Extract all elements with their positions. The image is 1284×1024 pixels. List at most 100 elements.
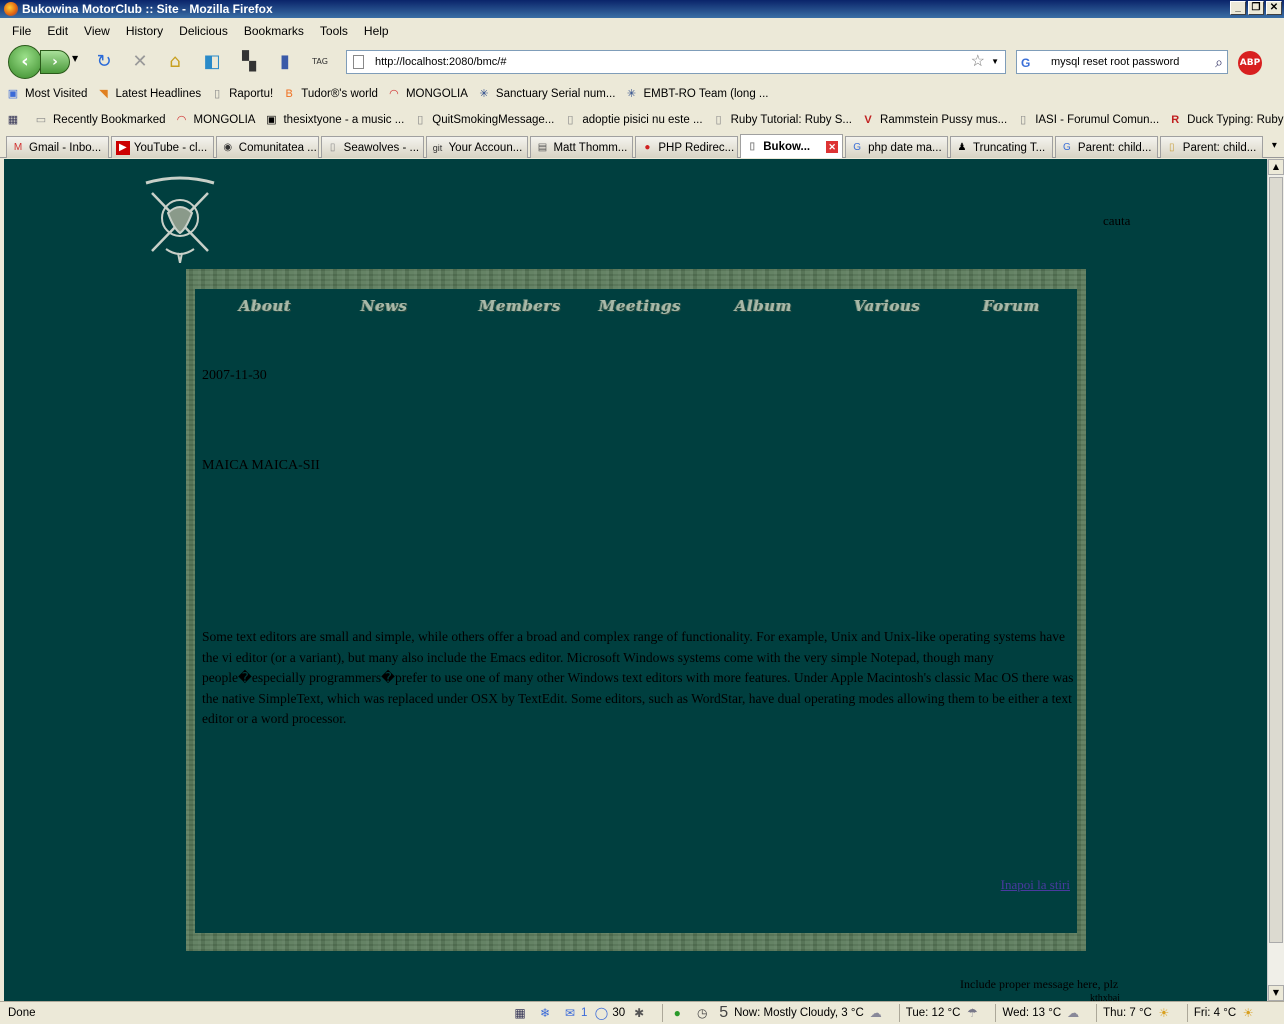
nav-news[interactable]: News xyxy=(361,297,408,315)
search-value: mysql reset root password xyxy=(1051,56,1180,68)
tab[interactable]: git Your Accoun... xyxy=(425,136,529,158)
menu-bookmarks[interactable]: Bookmarks xyxy=(236,20,312,42)
star-icon[interactable]: ☆ xyxy=(971,51,985,73)
scroll-down-icon[interactable]: ▼ xyxy=(1268,985,1284,1001)
window-title-bar: Bukowina MotorClub :: Site - Mozilla Fir… xyxy=(0,0,1284,18)
bookmark-item[interactable]: V Rammstein Pussy mus... xyxy=(861,113,1007,127)
bookmark-item[interactable]: ▯ IASI - Forumul Comun... xyxy=(1016,113,1159,127)
list-all-tabs-icon[interactable]: ▾ xyxy=(1265,136,1284,158)
weather-wed[interactable]: Wed: 13 °C ☁ xyxy=(1002,1002,1084,1024)
tab[interactable]: ◉ Comunitatea ... xyxy=(215,136,319,158)
home-icon[interactable]: ⌂ xyxy=(163,50,187,74)
url-bar[interactable]: http://localhost:2080/bmc/# ☆ ▼ xyxy=(346,50,1006,74)
back-to-news-link[interactable]: Inapoi la stiri xyxy=(1001,877,1070,893)
google-icon: G xyxy=(853,141,862,153)
status-item[interactable]: ✱ xyxy=(631,1005,650,1021)
menu-file[interactable]: File xyxy=(4,20,39,42)
tab[interactable]: G Parent: child... xyxy=(1054,136,1158,158)
tab[interactable]: ▯ Parent: child... xyxy=(1159,136,1263,158)
page-icon: ▯ xyxy=(1020,114,1027,126)
bookmark-item[interactable]: RDuck Typing: Ruby St... xyxy=(1168,113,1284,127)
nav-meetings[interactable]: Meetings xyxy=(599,297,681,315)
tab[interactable]: ♟ Truncating T... xyxy=(950,136,1053,158)
menu-delicious[interactable]: Delicious xyxy=(171,20,236,42)
bookmark-item[interactable]: ▭ Recently Bookmarked xyxy=(34,113,166,127)
scroll-thumb[interactable] xyxy=(1269,177,1283,943)
bookmark-item[interactable]: ◥ Latest Headlines xyxy=(96,87,201,101)
weather-thu[interactable]: Thu: 7 °C ☀ xyxy=(1103,1002,1175,1024)
bookmark-manager-icon[interactable]: ▚ xyxy=(237,50,261,74)
url-dropdown-icon[interactable]: ▼ xyxy=(991,51,999,73)
snowflake-icon: ❄ xyxy=(539,1006,551,1020)
nav-about[interactable]: About xyxy=(239,297,291,315)
status-text: Done xyxy=(8,1007,36,1019)
weather-fri[interactable]: Fri: 4 °C ☀ xyxy=(1194,1002,1259,1024)
history-dropdown-icon[interactable]: ▼ xyxy=(72,54,78,63)
restore-button[interactable]: ❐ xyxy=(1248,1,1264,15)
search-label[interactable]: cauta xyxy=(1103,213,1130,229)
tab[interactable]: ● PHP Redirec... xyxy=(635,136,739,158)
delicious-icon[interactable]: ◧ xyxy=(200,50,224,74)
grid-icon: ▦ xyxy=(7,114,19,126)
firefox-icon xyxy=(4,2,18,16)
minimize-button[interactable]: _ xyxy=(1230,1,1246,15)
bookmark-item[interactable]: ▯ adoptie pisici nu este ... xyxy=(563,113,702,127)
bookmark-item[interactable]: ◠ MONGOLIA xyxy=(387,87,468,101)
bookmark-item[interactable]: ▣ Most Visited xyxy=(6,87,88,101)
sidebar-icon[interactable]: ▮ xyxy=(273,50,297,74)
menu-history[interactable]: History xyxy=(118,20,171,42)
bookmark-item[interactable]: ✳ EMBT-RO Team (long ... xyxy=(624,87,769,101)
status-item[interactable]: ✉ 1 xyxy=(562,1002,587,1024)
tab[interactable]: ▶ YouTube - cl... xyxy=(110,136,214,158)
status-item[interactable]: ❄ xyxy=(537,1005,556,1021)
close-window-button[interactable]: ✕ xyxy=(1266,1,1282,15)
menu-edit[interactable]: Edit xyxy=(39,20,76,42)
tab[interactable]: ▤ Matt Thomm... xyxy=(530,136,634,158)
stop-icon[interactable]: ✕ xyxy=(128,50,152,74)
nav-various[interactable]: Various xyxy=(854,297,920,315)
back-button[interactable]: ‹ xyxy=(8,45,42,79)
weather-now[interactable]: Now: Mostly Cloudy, 3 °C ☁ xyxy=(734,1002,887,1024)
status-item[interactable]: ◯ 30 xyxy=(593,1002,626,1024)
nav-album[interactable]: Album xyxy=(735,297,792,315)
bookmark-item[interactable]: B Tudor®'s world xyxy=(282,87,378,101)
forward-button[interactable]: › xyxy=(40,50,70,74)
status-item[interactable]: ▦ xyxy=(512,1005,531,1021)
nav-forum[interactable]: Forum xyxy=(983,297,1040,315)
status-item[interactable]: ◷ xyxy=(694,1005,713,1021)
most-visited-icon: ▣ xyxy=(7,88,19,100)
status-item[interactable]: 5 xyxy=(719,1002,728,1024)
nav-members[interactable]: Members xyxy=(479,297,561,315)
vertical-scrollbar[interactable]: ▲ ▼ xyxy=(1267,159,1284,1001)
site-icon: ◉ xyxy=(223,141,233,153)
blogger-icon: B xyxy=(285,88,293,100)
menu-tools[interactable]: Tools xyxy=(312,20,356,42)
content-frame: About News Members Meetings Album Variou… xyxy=(186,269,1086,951)
weather-tue[interactable]: Tue: 12 °C ☂ xyxy=(906,1002,984,1024)
bookmark-item[interactable]: ▦ xyxy=(6,113,25,127)
r-icon: R xyxy=(1171,114,1180,126)
bookmark-item[interactable]: ▯ QuitSmokingMessage... xyxy=(413,113,554,127)
rss-icon: ◥ xyxy=(99,88,108,100)
bookmark-item[interactable]: ▯ Raportu! xyxy=(210,87,273,101)
menu-view[interactable]: View xyxy=(76,20,118,42)
tab[interactable]: M Gmail - Inbo... xyxy=(6,136,109,158)
tab-active[interactable]: ▯ Bukow... ✕ xyxy=(740,134,844,158)
search-icon[interactable]: ⌕ xyxy=(1215,51,1223,73)
tag-icon[interactable]: TAG xyxy=(308,50,332,74)
menu-help[interactable]: Help xyxy=(356,20,397,42)
close-tab-icon[interactable]: ✕ xyxy=(826,140,839,153)
reload-icon[interactable]: ↻ xyxy=(92,50,116,74)
google-icon[interactable]: G xyxy=(1021,55,1037,71)
adblock-icon[interactable]: ABP xyxy=(1238,51,1262,75)
bookmark-item[interactable]: ✳ Sanctuary Serial num... xyxy=(477,87,615,101)
post-title: MAICA MAICA-SII xyxy=(202,458,320,473)
bookmark-item[interactable]: ◠ MONGOLIA xyxy=(175,113,256,127)
status-item[interactable]: ● xyxy=(669,1005,688,1021)
scroll-up-icon[interactable]: ▲ xyxy=(1268,159,1284,175)
tab[interactable]: Gphp date ma... xyxy=(845,136,949,158)
bookmark-item[interactable]: ▣ thesixtyone - a music ... xyxy=(264,113,404,127)
bookmark-item[interactable]: ▯ Ruby Tutorial: Ruby S... xyxy=(712,113,852,127)
tab[interactable]: ▯ Seawolves - ... xyxy=(320,136,424,158)
search-bar[interactable]: G mysql reset root password ⌕ xyxy=(1016,50,1228,74)
